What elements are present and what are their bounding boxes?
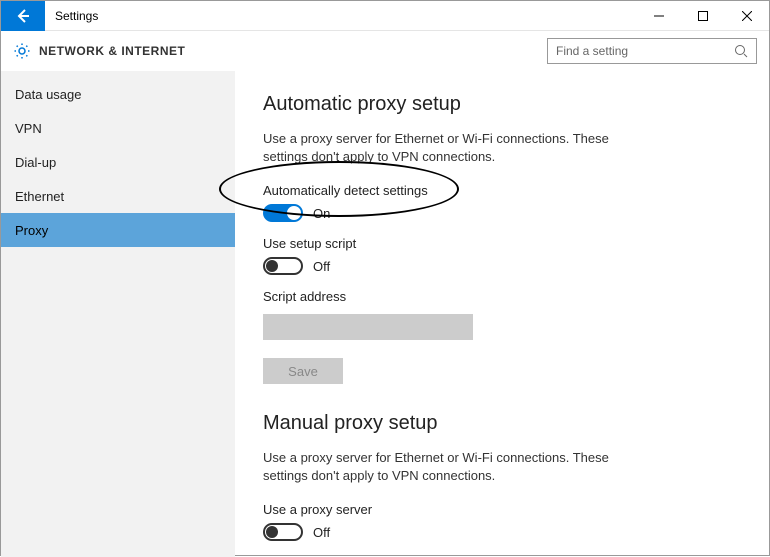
- sidebar-item-label: VPN: [15, 121, 42, 136]
- use-script-state: Off: [313, 259, 330, 274]
- use-proxy-toggle[interactable]: [263, 523, 303, 541]
- sidebar-item-label: Proxy: [15, 223, 48, 238]
- sidebar-item-dial-up[interactable]: Dial-up: [1, 145, 235, 179]
- use-proxy-state: Off: [313, 525, 330, 540]
- window-title: Settings: [45, 9, 637, 23]
- use-script-label: Use setup script: [263, 236, 741, 251]
- use-proxy-label: Use a proxy server: [263, 502, 741, 517]
- minimize-button[interactable]: [637, 1, 681, 31]
- minimize-icon: [654, 11, 664, 21]
- use-script-toggle[interactable]: [263, 257, 303, 275]
- sidebar-item-ethernet[interactable]: Ethernet: [1, 179, 235, 213]
- close-icon: [742, 11, 752, 21]
- sidebar-item-label: Dial-up: [15, 155, 56, 170]
- save-button-label: Save: [288, 364, 318, 379]
- back-button[interactable]: [1, 1, 45, 31]
- manual-section: Manual proxy setup Use a proxy server fo…: [263, 412, 741, 557]
- sidebar-item-label: Data usage: [15, 87, 82, 102]
- search-input[interactable]: Find a setting: [547, 38, 757, 64]
- sidebar-item-vpn[interactable]: VPN: [1, 111, 235, 145]
- sidebar: Data usage VPN Dial-up Ethernet Proxy: [1, 71, 235, 557]
- detect-settings-toggle-row: On: [263, 204, 741, 222]
- detect-settings-label: Automatically detect settings: [263, 183, 741, 198]
- maximize-icon: [698, 11, 708, 21]
- body: Data usage VPN Dial-up Ethernet Proxy Au…: [1, 71, 769, 557]
- manual-heading: Manual proxy setup: [263, 412, 741, 435]
- detect-settings-toggle[interactable]: [263, 204, 303, 222]
- search-icon: [734, 44, 748, 58]
- sidebar-item-data-usage[interactable]: Data usage: [1, 77, 235, 111]
- page-header: NETWORK & INTERNET Find a setting: [1, 31, 769, 71]
- header-title: NETWORK & INTERNET: [39, 44, 547, 58]
- script-address-label: Script address: [263, 289, 741, 304]
- maximize-button[interactable]: [681, 1, 725, 31]
- automatic-desc: Use a proxy server for Ethernet or Wi-Fi…: [263, 130, 653, 165]
- save-button[interactable]: Save: [263, 358, 343, 384]
- sidebar-item-label: Ethernet: [15, 189, 64, 204]
- use-script-toggle-row: Off: [263, 257, 741, 275]
- use-proxy-toggle-row: Off: [263, 523, 741, 541]
- title-bar: Settings: [1, 1, 769, 31]
- close-button[interactable]: [725, 1, 769, 31]
- gear-icon: [13, 42, 31, 60]
- script-address-input[interactable]: [263, 314, 473, 340]
- window-controls: [637, 1, 769, 31]
- detect-settings-state: On: [313, 206, 330, 221]
- content-pane: Automatic proxy setup Use a proxy server…: [235, 71, 769, 557]
- automatic-heading: Automatic proxy setup: [263, 93, 741, 116]
- sidebar-item-proxy[interactable]: Proxy: [1, 213, 235, 247]
- search-placeholder: Find a setting: [556, 44, 734, 58]
- manual-desc: Use a proxy server for Ethernet or Wi-Fi…: [263, 449, 653, 484]
- arrow-left-icon: [15, 8, 31, 24]
